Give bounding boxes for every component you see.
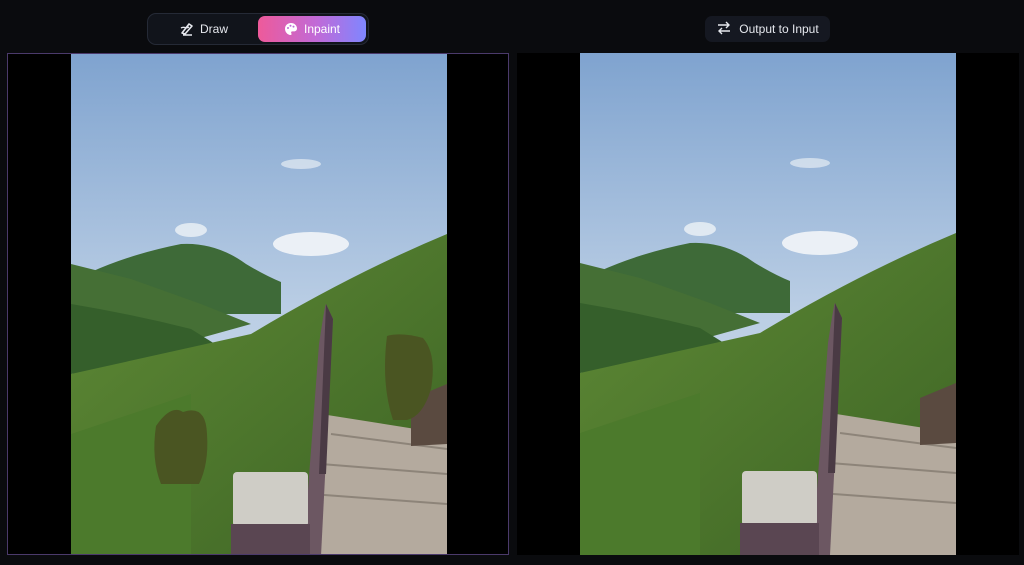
output-image [580,53,956,555]
output-to-input-button[interactable]: Output to Input [705,16,830,42]
inpaint-mode-label: Inpaint [303,22,341,36]
draw-mode-label: Draw [199,22,228,36]
swap-arrows-icon [716,21,732,38]
output-image-panel [517,53,1019,555]
draw-mode-button[interactable]: Draw [150,16,258,42]
input-image-panel[interactable] [7,53,509,555]
inpaint-mode-button[interactable]: Inpaint [258,16,366,42]
input-image[interactable] [71,54,447,554]
pen-icon [180,22,194,36]
output-to-input-label: Output to Input [739,22,819,36]
mode-toggle: Draw Inpaint [147,13,369,45]
palette-icon [284,22,298,36]
